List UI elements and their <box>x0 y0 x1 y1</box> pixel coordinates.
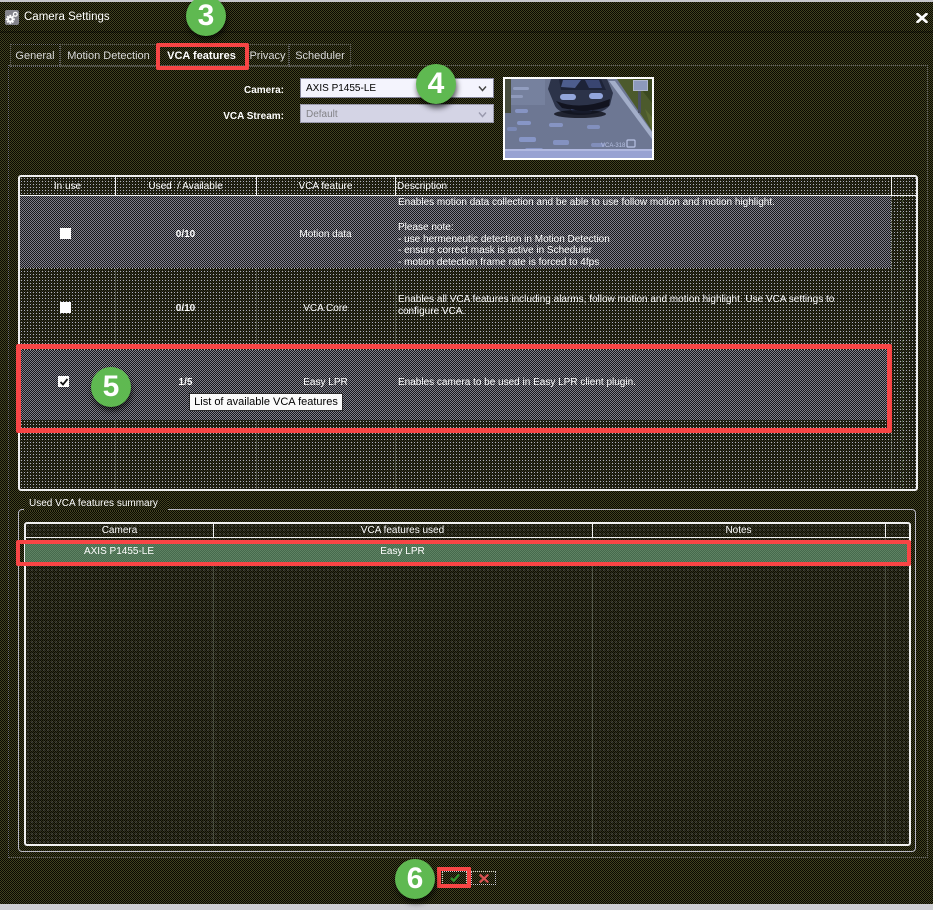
svg-text:VCA-318: VCA-318 <box>601 143 626 149</box>
